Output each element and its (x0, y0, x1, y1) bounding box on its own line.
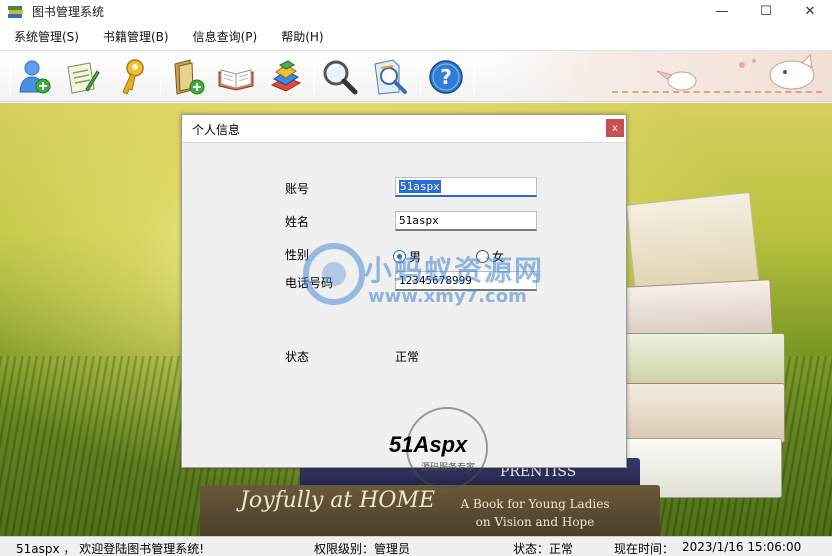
toolbar-separator (10, 59, 11, 95)
permission-text: 权限级别：管理员 (314, 542, 411, 556)
book-stack-icon (270, 60, 302, 92)
maximize-button[interactable]: ☐ (744, 0, 788, 22)
close-button[interactable]: ✕ (788, 0, 832, 22)
help-button[interactable]: ? (426, 57, 466, 97)
51aspx-logo: 51Aspx 源码服务专家 (387, 404, 507, 489)
watermark-logo-icon (303, 243, 365, 305)
edit-button[interactable] (62, 57, 102, 97)
maximize-icon: ☐ (760, 3, 772, 19)
account-label: 账号 (285, 182, 310, 196)
toolbar: ? (0, 50, 832, 102)
logo-subtitle: 源码服务专家 (421, 463, 476, 473)
status-text: 状态：正常 (513, 542, 574, 556)
toolbar-separator (420, 59, 421, 95)
app-books-icon (8, 4, 24, 18)
dialog-title: 个人信息 (192, 123, 241, 137)
window-title: 图书管理系统 (32, 4, 105, 19)
svg-text:?: ? (440, 65, 452, 89)
name-field[interactable]: 51aspx (395, 211, 537, 231)
status-bar: 51aspx ， 欢迎登陆图书管理系统! 权限级别：管理员 状态：正常 现在时间… (0, 536, 832, 556)
background-book-joyfully: Joyfully at HOME (240, 488, 436, 513)
menu-help[interactable]: 帮助(H) (271, 26, 333, 48)
background-book-young-ladies: A Book for Young Ladies on Vision and Ho… (460, 497, 610, 529)
menu-query[interactable]: 信息查询(P) (183, 26, 268, 48)
close-icon: ✕ (804, 3, 816, 19)
personal-info-dialog: 个人信息 x 账号 51aspx 姓名 51aspx 性别 男 女 电话号码 1… (181, 114, 627, 489)
borrow-book-button[interactable] (216, 57, 256, 97)
close-icon: x (612, 122, 618, 134)
query-button[interactable] (370, 57, 410, 97)
search-button[interactable] (320, 57, 360, 97)
edit-note-icon (67, 62, 100, 94)
minimize-button[interactable]: — (700, 0, 744, 22)
menu-bar: 系统管理(S) 书籍管理(B) 信息查询(P) 帮助(H) (0, 26, 832, 48)
dialog-title-bar: 个人信息 x (182, 115, 626, 143)
add-user-button[interactable] (14, 57, 54, 97)
minimize-icon: — (715, 3, 729, 19)
menu-system[interactable]: 系统管理(S) (4, 26, 89, 48)
toolbar-separator (314, 59, 315, 95)
dialog-close-button[interactable]: x (606, 119, 624, 137)
toolbar-separator (474, 59, 475, 95)
key-icon (122, 59, 144, 95)
toolbar-decoration (492, 51, 832, 101)
title-bar: 图书管理系统 — ☐ ✕ (0, 0, 832, 22)
watermark-url: www.xmy7.com (368, 286, 527, 307)
document-search-icon (374, 59, 407, 95)
time-label: 现在时间： (614, 542, 675, 556)
book-list-button[interactable] (266, 57, 306, 97)
name-label: 姓名 (285, 215, 310, 229)
welcome-text: 51aspx ， 欢迎登陆图书管理系统! (16, 542, 205, 556)
magnifier-icon (323, 60, 358, 95)
menu-books[interactable]: 书籍管理(B) (93, 26, 179, 48)
toolbar-separator (160, 59, 161, 95)
status-value: 正常 (395, 350, 420, 364)
add-book-button[interactable] (168, 57, 208, 97)
logo-text: 51Aspx (389, 432, 468, 457)
account-field[interactable]: 51aspx (395, 177, 537, 197)
help-icon: ? (429, 60, 463, 94)
time-value: 2023/1/16 15:06:00 (682, 540, 802, 554)
password-button[interactable] (112, 57, 152, 97)
open-book-icon (218, 69, 254, 91)
status-label: 状态 (285, 350, 310, 364)
user-add-icon (19, 60, 51, 94)
watermark-title: 小蚂蚁资源网 (364, 254, 545, 287)
book-add-icon (174, 59, 205, 95)
